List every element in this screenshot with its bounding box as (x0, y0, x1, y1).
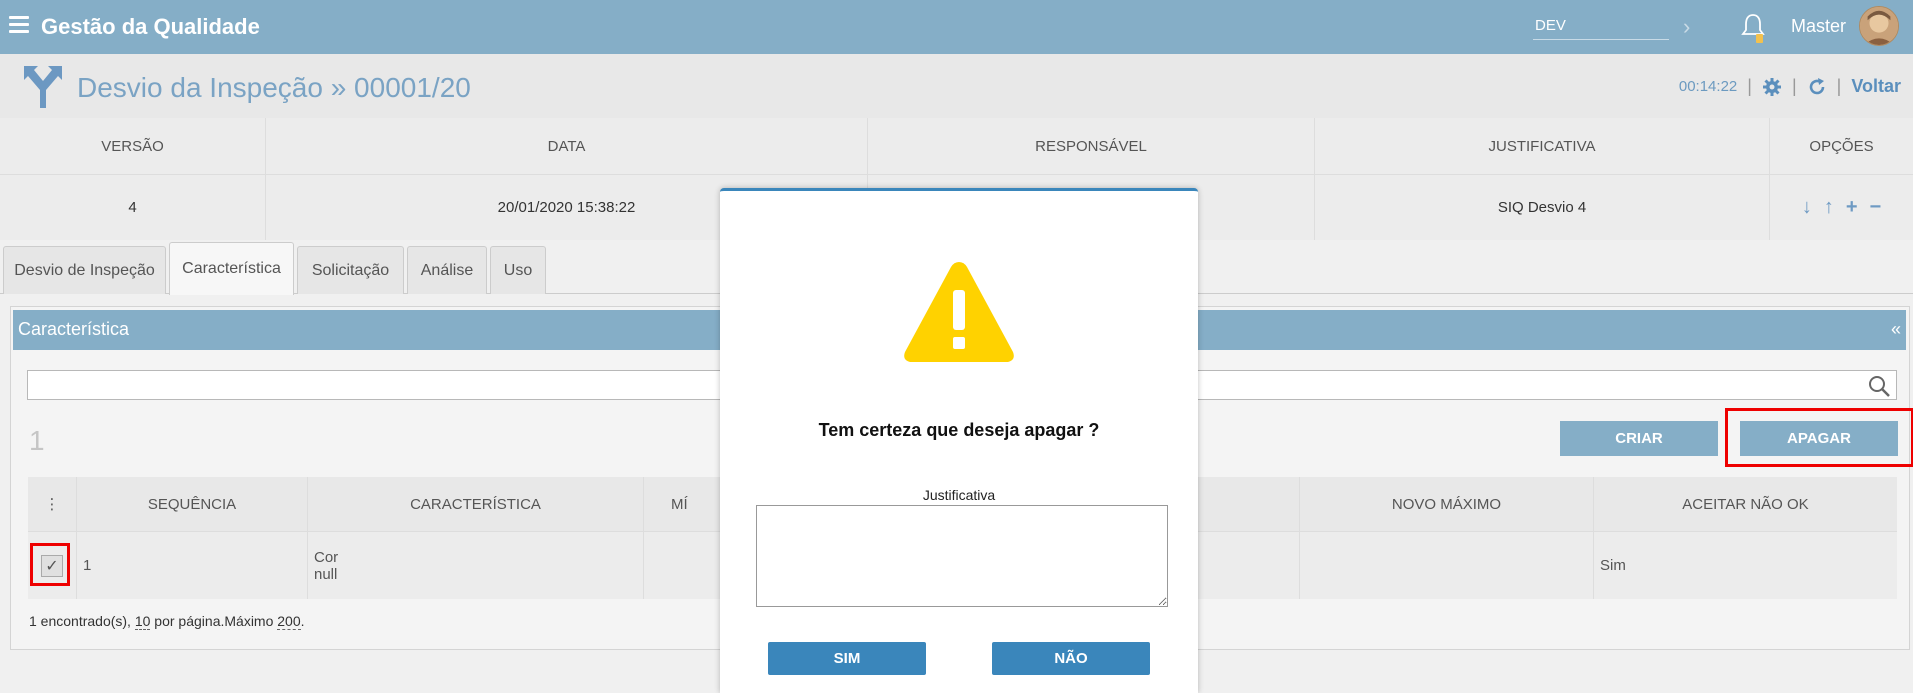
plus-icon[interactable]: + (1846, 196, 1858, 219)
panel-title: Característica (18, 319, 130, 339)
options-cell: ↓ ↑ + − (1770, 175, 1913, 240)
collapse-icon[interactable]: « (1891, 319, 1901, 340)
tab-caracteristica[interactable]: Característica (169, 242, 294, 295)
user-name[interactable]: Master (1791, 16, 1846, 37)
footer-prefix: 1 encontrado(s), (29, 613, 135, 629)
search-icon[interactable] (1868, 375, 1890, 397)
column-menu-icon[interactable]: ⋮ (28, 477, 77, 531)
confirm-question: Tem certeza que deseja apagar ? (818, 420, 1100, 440)
caracteristica-value: Cor (314, 548, 339, 566)
page-title: Desvio da Inspeção » 00001/20 (77, 72, 471, 103)
column-header-caracteristica: CARACTERÍSTICA (308, 477, 644, 531)
justificativa-label: Justificativa (922, 487, 996, 503)
yes-button[interactable]: SIM (768, 642, 926, 675)
aceitar-value: Sim (1600, 557, 1626, 574)
tab-uso[interactable]: Uso (490, 246, 546, 294)
caracteristica-subvalue: null (314, 565, 338, 583)
app-title: Gestão da Qualidade (41, 14, 260, 39)
novo-maximo-cell (1300, 532, 1594, 599)
justificativa-textarea[interactable] (756, 505, 1168, 607)
versao-value: 4 (0, 175, 266, 240)
criar-button[interactable]: CRIAR (1560, 421, 1718, 456)
per-page-selector[interactable]: 10 (134, 613, 151, 630)
tab-solicitacao[interactable]: Solicitação (297, 246, 404, 294)
split-arrow-icon (24, 66, 62, 108)
minus-icon[interactable]: − (1870, 196, 1882, 219)
tab-desvio-de-inspecao[interactable]: Desvio de Inspeção (3, 246, 166, 294)
justificativa-value: SIQ Desvio 4 (1315, 175, 1770, 240)
column-header-data: DATA (266, 118, 868, 174)
session-timer: 00:14:22 (1678, 78, 1738, 95)
column-header-opcoes: OPÇÕES (1809, 137, 1874, 155)
top-bar: Gestão da Qualidade DEV › Master (0, 0, 1913, 54)
column-header-aceitar-nao-ok: ACEITAR NÃO OK (1682, 495, 1809, 513)
arrow-down-icon[interactable]: ↓ (1802, 196, 1812, 219)
column-header-versao: VERSÃO (0, 118, 266, 174)
separator: | (1836, 76, 1842, 96)
footer-mid: por página.Máximo (150, 613, 278, 629)
column-header-novo-maximo: NOVO MÁXIMO (1300, 477, 1594, 531)
bell-icon[interactable] (1741, 12, 1765, 44)
separator: | (1791, 76, 1797, 96)
page-header: Desvio da Inspeção » 00001/20 00:14:22 |… (0, 54, 1913, 118)
result-count: 1 (29, 425, 45, 456)
separator: | (1747, 76, 1752, 96)
caracteristica-cell: Cor null (308, 532, 644, 599)
highlight-box (30, 543, 70, 586)
user-avatar[interactable] (1859, 6, 1899, 46)
tab-analise[interactable]: Análise (407, 246, 487, 294)
gear-icon[interactable] (1762, 77, 1782, 97)
column-header-responsavel: RESPONSÁVEL (868, 118, 1315, 174)
back-link[interactable]: Voltar (1851, 76, 1901, 97)
chevron-right-icon[interactable]: › (1683, 14, 1690, 40)
footer-suffix: . (300, 613, 305, 629)
sequencia-value: 1 (77, 532, 308, 599)
highlight-box (1725, 408, 1913, 467)
confirm-delete-dialog: Tem certeza que deseja apagar ? Justific… (720, 188, 1198, 693)
column-header-justificativa: JUSTIFICATIVA (1315, 118, 1770, 174)
no-button[interactable]: NÃO (992, 642, 1150, 675)
max-results-selector[interactable]: 200 (277, 613, 301, 630)
column-header-sequencia: SEQUÊNCIA (77, 477, 308, 531)
refresh-icon[interactable] (1807, 77, 1827, 97)
pagination-summary: 1 encontrado(s), 10 por página.Máximo 20… (29, 613, 305, 630)
warning-icon (904, 262, 1014, 362)
arrow-up-icon[interactable]: ↑ (1824, 196, 1834, 219)
environment-select[interactable]: DEV (1533, 14, 1669, 40)
hamburger-menu-icon[interactable] (9, 16, 29, 34)
